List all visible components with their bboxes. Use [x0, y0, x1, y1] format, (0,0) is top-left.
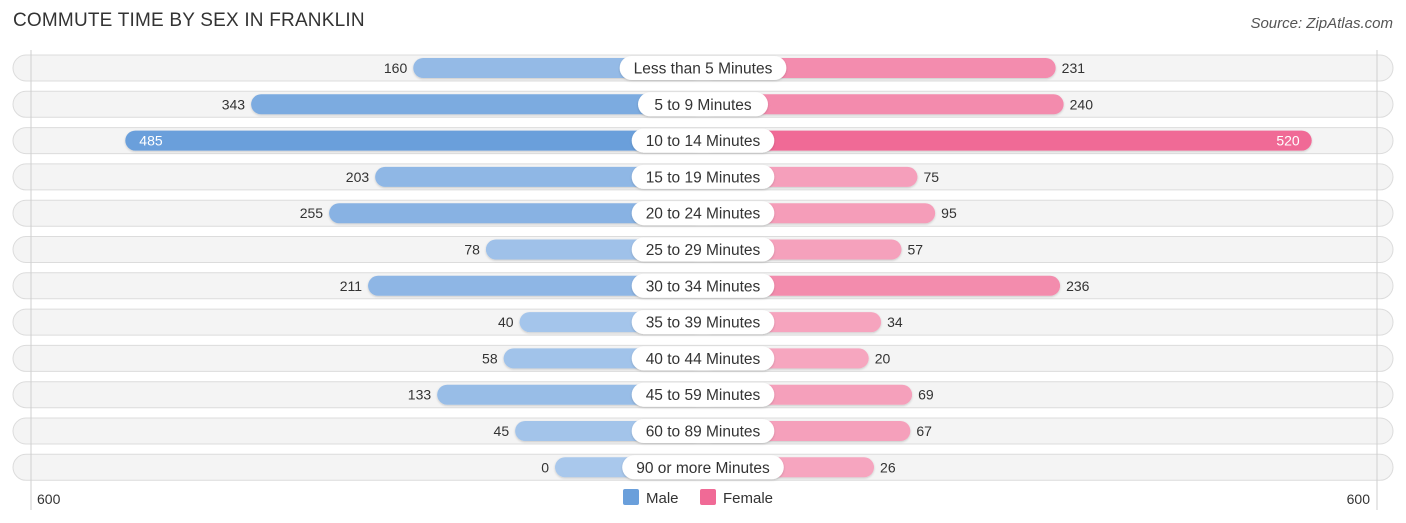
value-label-male: 78 — [464, 242, 480, 258]
chart-row: 343 240 5 to 9 Minutes — [12, 90, 1394, 118]
bar-male — [251, 94, 704, 115]
category-text: 20 to 24 Minutes — [646, 206, 761, 223]
category-label: 10 to 14 Minutes — [631, 128, 775, 153]
value-label-female: 95 — [941, 205, 957, 221]
category-label: 90 or more Minutes — [622, 455, 784, 480]
category-text: 90 or more Minutes — [636, 460, 770, 477]
category-text: 5 to 9 Minutes — [654, 97, 752, 114]
value-label-female: 75 — [923, 169, 939, 185]
chart-canvas: 160 231 Less than 5 Minutes 343 240 5 to 9 Mi… — [12, 50, 1394, 510]
chart-row: 133 69 45 to 59 Minutes — [12, 381, 1394, 409]
category-text: 30 to 34 Minutes — [646, 278, 761, 295]
value-label-female: 240 — [1070, 96, 1094, 112]
value-label-male: 211 — [340, 278, 363, 294]
bar-male — [125, 130, 704, 151]
category-label: 40 to 44 Minutes — [631, 346, 775, 371]
chart-row: 255 95 20 to 24 Minutes — [12, 199, 1394, 227]
chart-row: 45 67 60 to 89 Minutes — [12, 417, 1394, 445]
category-text: 25 to 29 Minutes — [646, 242, 761, 259]
category-label: 20 to 24 Minutes — [631, 201, 775, 226]
category-text: 10 to 14 Minutes — [646, 133, 761, 150]
category-text: 40 to 44 Minutes — [646, 351, 761, 368]
legend: Male Female — [623, 489, 773, 507]
category-label: 30 to 34 Minutes — [631, 273, 775, 298]
value-label-female: 26 — [880, 459, 896, 475]
chart-row: 203 75 15 to 19 Minutes — [12, 163, 1394, 191]
axis-label-right: 600 — [1347, 491, 1371, 507]
bar-female — [703, 130, 1312, 151]
value-label-male: 255 — [300, 205, 324, 221]
legend-swatch-female — [700, 489, 716, 505]
value-label-female: 69 — [918, 387, 934, 403]
category-text: 45 to 59 Minutes — [646, 387, 761, 404]
category-text: 60 to 89 Minutes — [646, 424, 761, 441]
category-label: 15 to 19 Minutes — [631, 164, 775, 189]
value-label-male: 485 — [139, 133, 163, 149]
value-label-male: 40 — [498, 314, 514, 330]
chart-row: 0 26 90 or more Minutes — [12, 453, 1394, 481]
value-label-male: 133 — [408, 387, 432, 403]
value-label-female: 20 — [875, 350, 891, 366]
value-label-male: 0 — [541, 459, 549, 475]
category-text: 35 to 39 Minutes — [646, 315, 761, 332]
chart-row: 485 520 10 to 14 Minutes — [12, 127, 1394, 155]
chart-row: 211 236 30 to 34 Minutes — [12, 272, 1394, 300]
value-label-male: 160 — [384, 60, 408, 76]
value-label-female: 231 — [1062, 60, 1086, 76]
value-label-male: 58 — [482, 350, 498, 366]
legend-swatch-male — [623, 489, 639, 505]
category-label: 60 to 89 Minutes — [631, 419, 775, 443]
value-label-female: 57 — [908, 242, 924, 258]
category-label: 45 to 59 Minutes — [631, 382, 775, 407]
axis-label-left: 600 — [37, 491, 61, 507]
chart-row: 58 20 40 to 44 Minutes — [12, 344, 1394, 372]
chart-row: 78 57 25 to 29 Minutes — [12, 236, 1394, 263]
value-label-female: 67 — [916, 423, 932, 439]
category-text: 15 to 19 Minutes — [646, 169, 761, 186]
value-label-male: 343 — [222, 96, 246, 112]
chart-row: 40 34 35 to 39 Minutes — [12, 308, 1394, 336]
legend-label-male: Male — [646, 490, 679, 507]
category-label: 5 to 9 Minutes — [638, 92, 768, 117]
category-label: Less than 5 Minutes — [619, 56, 787, 80]
value-label-female: 34 — [887, 314, 903, 330]
category-label: 35 to 39 Minutes — [631, 310, 775, 335]
value-label-male: 203 — [346, 169, 370, 185]
legend-label-female: Female — [723, 490, 773, 507]
value-label-male: 45 — [494, 423, 510, 439]
category-text: Less than 5 Minutes — [634, 61, 773, 78]
chart-row: 160 231 Less than 5 Minutes — [12, 54, 1394, 82]
category-label: 25 to 29 Minutes — [631, 237, 775, 262]
value-label-female: 520 — [1276, 133, 1300, 149]
value-label-female: 236 — [1066, 278, 1090, 294]
